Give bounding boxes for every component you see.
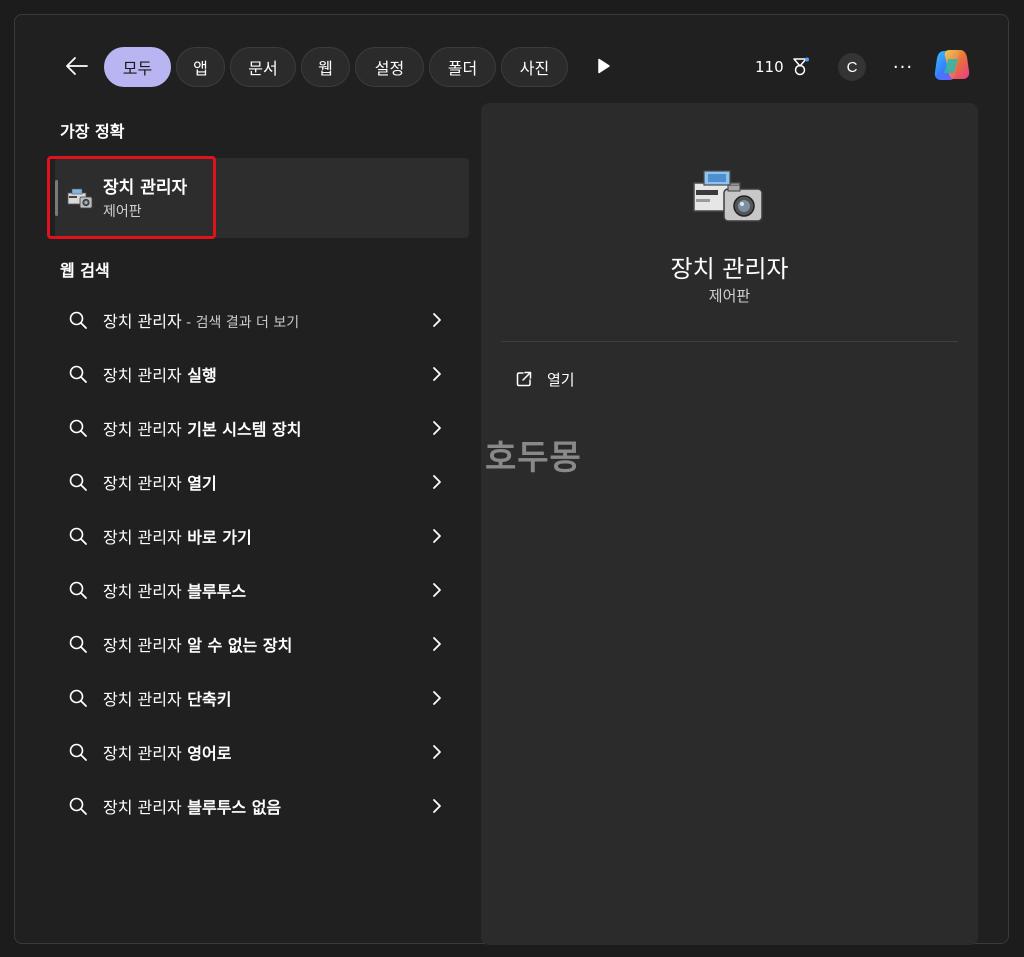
web-search-item[interactable]: 장치 관리자 영어로 [55,724,475,778]
web-search-heading: 웹 검색 [60,261,110,280]
web-search-item-label: 장치 관리자 알 수 없는 장치 [103,632,292,656]
chevron-right-icon [433,745,441,759]
best-match-result[interactable]: 장치 관리자 제어판 [47,156,469,239]
chevron-right-icon [433,367,441,381]
web-search-suffix: 열기 [181,474,217,493]
web-search-query: 장치 관리자 [103,582,182,601]
web-search-item-label: 장치 관리자 기본 시스템 장치 [103,416,301,440]
web-search-suffix: 실행 [181,366,217,385]
device-manager-large-icon [693,170,763,222]
detail-title: 장치 관리자 [670,255,789,283]
web-search-item[interactable]: 장치 관리자 블루투스 없음 [55,778,475,832]
filter-tab-apps[interactable]: 앱 [176,47,225,87]
filter-tab-folders[interactable]: 폴더 [429,47,496,87]
web-search-query: 장치 관리자 [103,312,182,331]
web-search-item-label: 장치 관리자 바로 가기 [103,524,252,548]
web-search-query: 장치 관리자 [103,528,182,547]
back-button[interactable] [62,53,92,79]
web-search-item-label: 장치 관리자 열기 [103,470,217,494]
red-highlight-box [47,156,216,239]
filter-tab-documents[interactable]: 문서 [230,47,296,87]
chevron-right-icon [433,475,441,489]
chevron-right-icon [433,529,441,543]
web-search-item-label: 장치 관리자 - 검색 결과 더 보기 [103,308,299,332]
search-icon [69,635,87,653]
web-search-suffix: - 검색 결과 더 보기 [181,315,300,331]
more-filters-button[interactable] [593,53,615,79]
web-search-item[interactable]: 장치 관리자 실행 [55,346,475,400]
more-icon: ··· [892,56,914,78]
web-search-query: 장치 관리자 [103,366,182,385]
web-search-suffix: 단축키 [181,690,232,709]
web-search-query: 장치 관리자 [103,474,182,493]
more-options-button[interactable]: ··· [889,53,917,81]
filter-bar: 모두 앱 문서 웹 설정 폴더 사진 110 C ··· [15,15,1008,115]
best-match-heading: 가장 정확 [60,122,125,141]
web-search-item[interactable]: 장치 관리자 기본 시스템 장치 [55,400,475,454]
filter-tab-photos[interactable]: 사진 [501,47,568,87]
watermark-text: 호두몽 [485,438,582,478]
open-label: 열기 [547,370,575,389]
web-search-suffix: 영어로 [181,744,232,763]
avatar-initial: C [846,58,858,76]
search-icon [69,581,87,599]
web-search-query: 장치 관리자 [103,420,182,439]
points-value: 110 [755,58,784,76]
open-external-icon [516,371,532,387]
web-search-suffix: 알 수 없는 장치 [181,636,293,655]
rewards-points[interactable]: 110 [755,55,810,79]
filter-tab-web[interactable]: 웹 [301,47,350,87]
web-search-item[interactable]: 장치 관리자 - 검색 결과 더 보기 [55,292,475,346]
search-window: 모두 앱 문서 웹 설정 폴더 사진 110 C ··· 가장 정확 장치 관리… [14,14,1009,945]
chevron-right-icon [433,691,441,705]
web-search-query: 장치 관리자 [103,690,182,709]
search-icon [69,365,87,383]
web-search-suffix: 바로 가기 [181,528,252,547]
medal-icon [792,57,809,76]
search-icon [69,689,87,707]
web-search-item[interactable]: 장치 관리자 블루투스 [55,562,475,616]
chevron-right-icon [433,421,441,435]
open-action[interactable]: 열기 [515,368,575,390]
detail-divider [501,341,958,342]
web-search-suffix: 블루투스 없음 [181,798,282,817]
search-icon [69,797,87,815]
web-search-item-label: 장치 관리자 블루투스 없음 [103,794,281,818]
detail-panel: 장치 관리자 제어판 열기 [481,103,978,945]
filter-tab-all[interactable]: 모두 [104,47,171,87]
web-search-list: 장치 관리자 - 검색 결과 더 보기 장치 관리자 실행 장치 관리자 기본 시스… [55,292,475,832]
chevron-right-icon [433,637,441,651]
detail-subtitle: 제어판 [708,287,751,305]
search-icon [69,743,87,761]
filter-tab-settings[interactable]: 설정 [355,47,424,87]
play-icon [598,58,610,74]
copilot-button[interactable] [932,45,972,85]
web-search-query: 장치 관리자 [103,636,182,655]
web-search-item-label: 장치 관리자 블루투스 [103,578,246,602]
copilot-icon [934,50,970,80]
web-search-item-label: 장치 관리자 단축키 [103,686,231,710]
web-search-item[interactable]: 장치 관리자 알 수 없는 장치 [55,616,475,670]
web-search-item-label: 장치 관리자 영어로 [103,740,231,764]
web-search-item-label: 장치 관리자 실행 [103,362,217,386]
web-search-query: 장치 관리자 [103,744,182,763]
web-search-query: 장치 관리자 [103,798,182,817]
web-search-suffix: 기본 시스템 장치 [181,420,302,439]
web-search-suffix: 블루투스 [181,582,247,601]
web-search-item[interactable]: 장치 관리자 열기 [55,454,475,508]
search-icon [69,419,87,437]
search-icon [69,473,87,491]
web-search-item[interactable]: 장치 관리자 단축키 [55,670,475,724]
search-icon [69,527,87,545]
chevron-right-icon [433,313,441,327]
account-avatar[interactable]: C [838,53,866,81]
chevron-right-icon [433,799,441,813]
chevron-right-icon [433,583,441,597]
web-search-item[interactable]: 장치 관리자 바로 가기 [55,508,475,562]
search-icon [69,311,87,329]
back-arrow-icon [66,57,88,75]
